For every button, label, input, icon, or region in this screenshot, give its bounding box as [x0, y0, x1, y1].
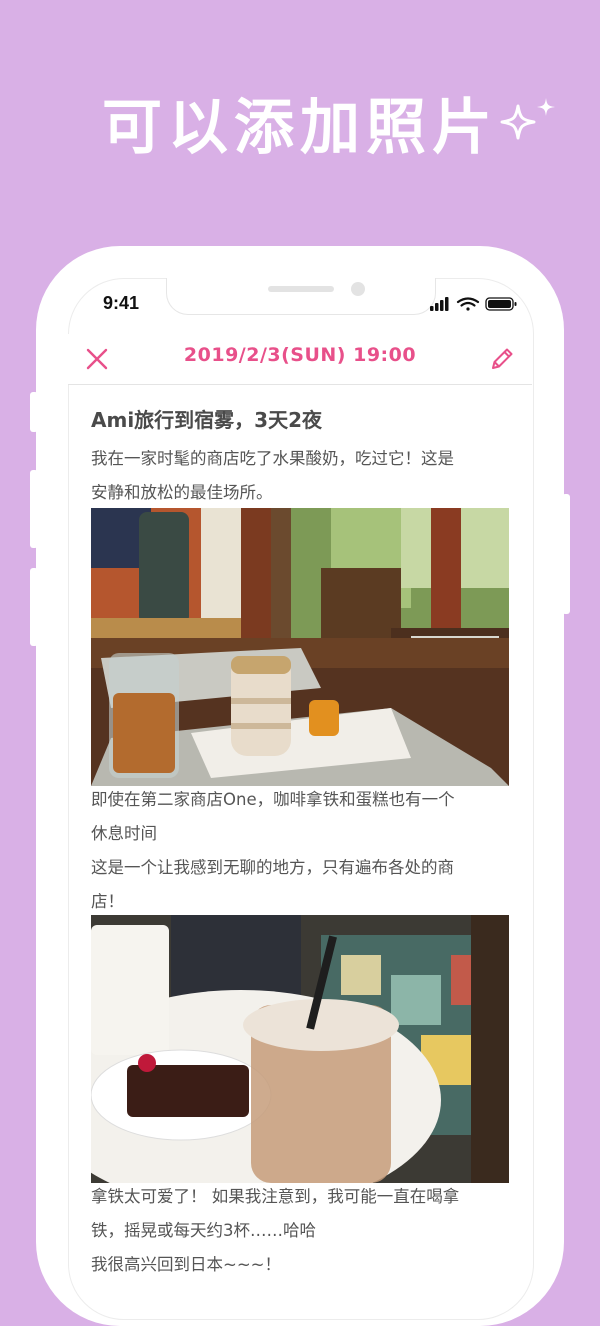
cafe-yogurt-photo: [91, 508, 509, 786]
entry-title: Ami旅行到宿雾，3天2夜: [91, 408, 323, 432]
front-camera: [351, 282, 365, 296]
status-time: 9:41: [103, 293, 140, 313]
sparkle-icon: [500, 98, 555, 140]
status-icons: [430, 297, 517, 311]
battery-icon: [485, 297, 517, 311]
speaker: [268, 286, 334, 292]
cellular-signal-icon: [430, 297, 449, 311]
entry-date-title: 2019/2/3(SUN) 19:00: [183, 344, 417, 366]
phone-notch: [166, 278, 436, 315]
entry-paragraph: 我在一家时髦的商店吃了水果酸奶，吃过它！这是 安静和放松的最佳场所。: [91, 449, 454, 502]
cafe-latte-photo: [91, 915, 509, 1183]
entry-paragraph: 即使在第二家商店One，咖啡拿铁和蛋糕也有一个 休息时间 这是一个让我感到无聊的…: [91, 790, 455, 911]
wifi-icon: [456, 297, 480, 311]
close-icon[interactable]: [84, 346, 110, 372]
entry-paragraph: 拿铁太可爱了！ 如果我注意到，我可能一直在喝拿 铁，摇晃或每天约3杯……哈哈 我…: [91, 1187, 460, 1274]
pencil-icon[interactable]: [488, 345, 516, 373]
